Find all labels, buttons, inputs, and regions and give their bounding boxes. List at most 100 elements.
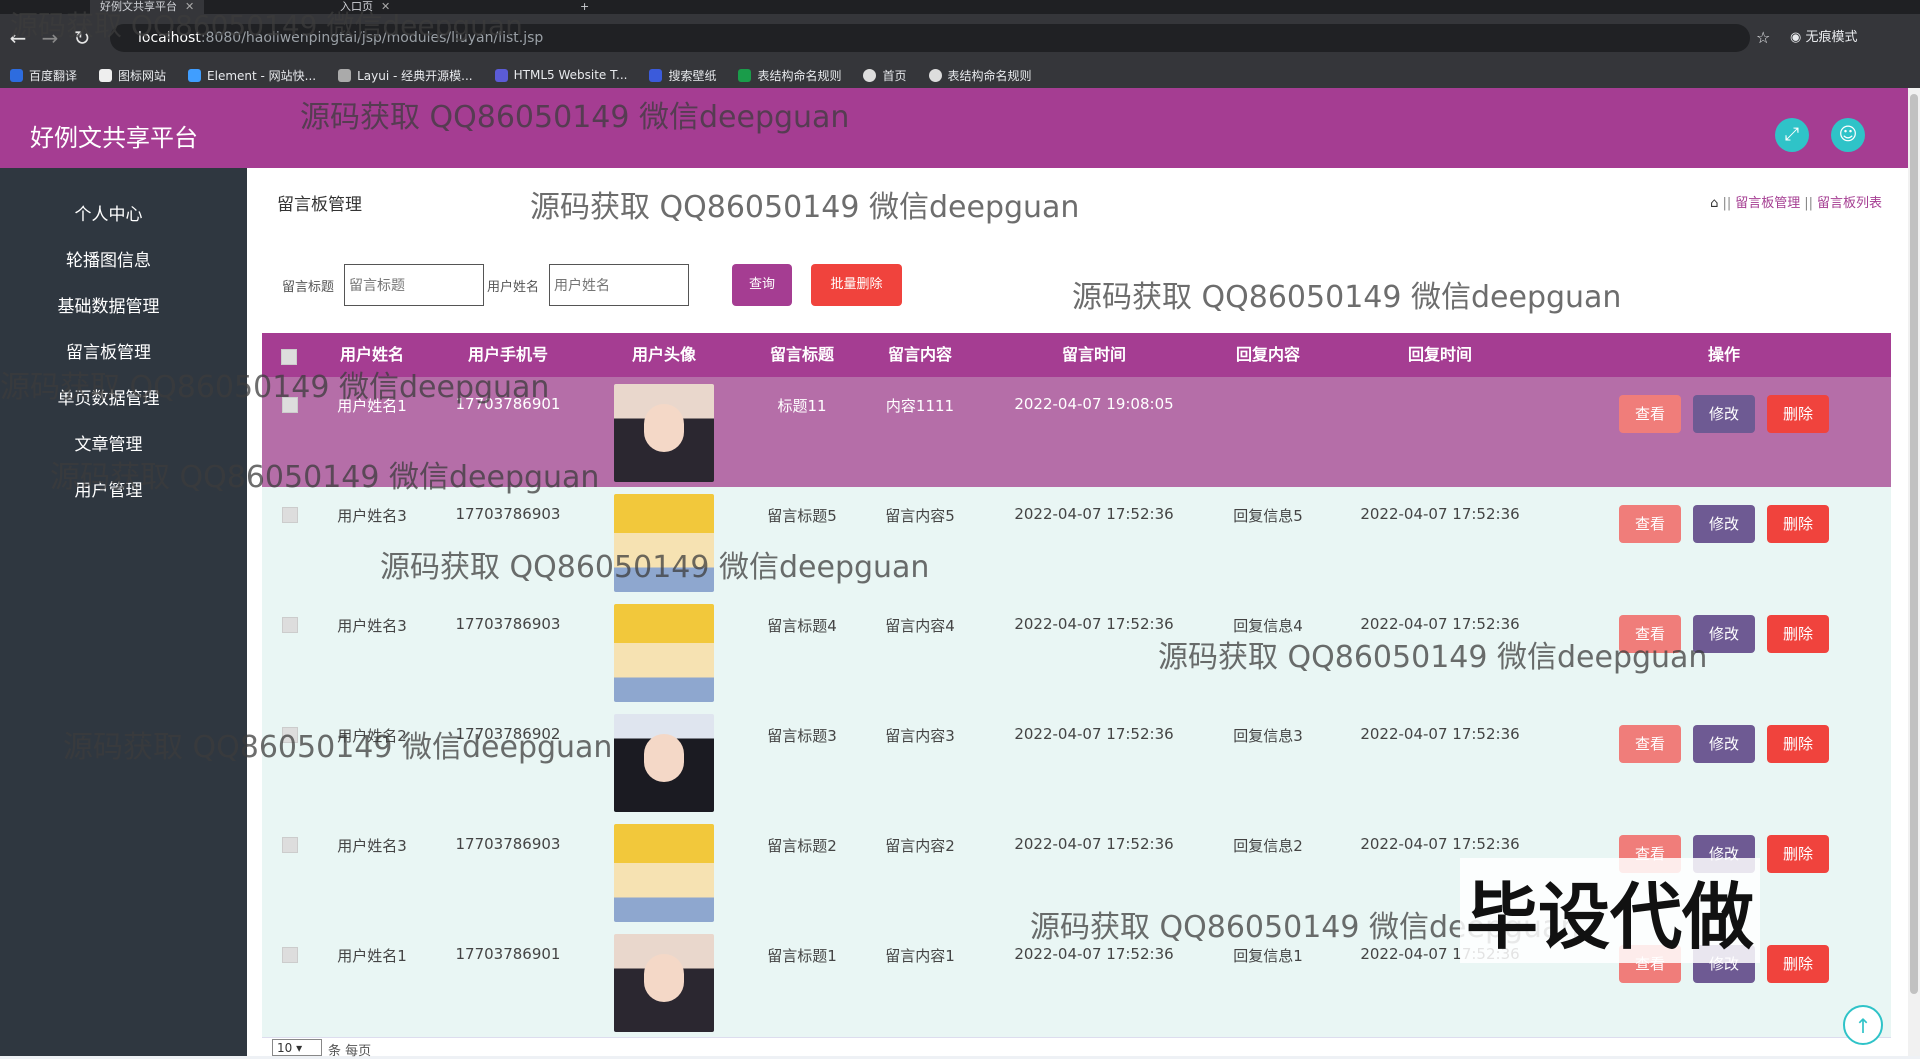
close-icon[interactable]: ✕	[381, 0, 390, 14]
bookmark-item[interactable]: Element - 网站快...	[188, 67, 316, 84]
column-header: 用户头像	[631, 345, 696, 364]
reload-icon[interactable]: ↻	[68, 24, 96, 52]
scrollbar-thumb[interactable]	[1910, 94, 1918, 994]
bookmark-item[interactable]: HTML5 Website T...	[494, 68, 627, 82]
cell-content: 留言内容4	[885, 617, 955, 635]
user-avatar	[614, 934, 714, 1032]
cell-reply-time: 2022-04-07 17:52:36	[1360, 505, 1520, 523]
translate-icon	[10, 68, 23, 82]
breadcrumb-item[interactable]: 留言板管理	[1735, 196, 1800, 211]
edit-button[interactable]: 修改	[1693, 395, 1755, 433]
close-icon[interactable]: ✕	[185, 0, 194, 14]
browser-tab-active[interactable]: 好例文共享平台 ✕	[90, 0, 205, 14]
cell-name: 用户姓名1	[337, 947, 407, 965]
html5-icon	[494, 68, 508, 82]
column-header: 用户手机号	[467, 345, 548, 364]
view-button[interactable]: 查看	[1619, 395, 1681, 433]
back-to-top-icon[interactable]: ↑	[1843, 1005, 1883, 1045]
row-checkbox[interactable]	[282, 617, 298, 633]
url-host: localhost	[138, 30, 201, 46]
back-icon[interactable]: ←	[4, 24, 32, 52]
tab-label: 好例文共享平台	[100, 0, 177, 13]
user-avatar	[614, 494, 714, 592]
promo-banner: 毕设代做	[1460, 858, 1761, 963]
title-filter-label: 留言标题	[282, 280, 335, 295]
select-all-checkbox[interactable]	[281, 349, 297, 365]
cell-reply-time: 2022-04-07 17:52:36	[1360, 615, 1520, 633]
column-header: 留言时间	[1061, 345, 1126, 364]
sidebar-item-articles[interactable]: 文章管理	[0, 430, 217, 455]
flag-icon	[99, 68, 113, 82]
query-button[interactable]: 查询	[732, 264, 792, 306]
home-icon[interactable]: ⌂	[1710, 196, 1718, 211]
forward-icon[interactable]: →	[36, 24, 64, 52]
bookmark-item[interactable]: 图标网站	[99, 67, 166, 84]
tab-label: 入口页	[340, 0, 373, 13]
sidebar-item-basic-data[interactable]: 基础数据管理	[0, 292, 217, 317]
view-button[interactable]: 查看	[1619, 615, 1681, 653]
row-checkbox[interactable]	[282, 727, 298, 743]
row-checkbox[interactable]	[282, 397, 298, 413]
edit-button[interactable]: 修改	[1693, 615, 1755, 653]
browser-tab[interactable]: 入口页 ✕	[330, 0, 400, 14]
sidebar-item-carousel[interactable]: 轮播图信息	[0, 246, 217, 271]
batch-delete-button[interactable]: 批量删除	[811, 264, 902, 306]
edit-button[interactable]: 修改	[1693, 505, 1755, 543]
cell-content: 留言内容1	[885, 947, 955, 965]
cell-phone: 17703786903	[455, 505, 561, 523]
row-checkbox[interactable]	[282, 837, 298, 853]
incognito-label: 无痕模式	[1805, 30, 1858, 45]
page-scrollbar[interactable]	[1908, 88, 1920, 1056]
edit-button[interactable]: 修改	[1693, 725, 1755, 763]
view-button[interactable]: 查看	[1619, 505, 1681, 543]
sidebar-item-users[interactable]: 用户管理	[0, 476, 217, 501]
row-checkbox[interactable]	[282, 507, 298, 523]
url-path: :8080/haoliwenpingtai/jsp/modules/liuyan…	[200, 30, 544, 46]
star-icon[interactable]: ☆	[1756, 24, 1770, 52]
cell-title: 留言标题5	[767, 507, 837, 525]
cell-reply-time: 2022-04-07 17:52:36	[1360, 725, 1520, 743]
cell-title: 留言标题1	[767, 947, 837, 965]
delete-button[interactable]: 删除	[1767, 505, 1829, 543]
globe-icon	[928, 68, 942, 82]
column-header: 留言标题	[769, 345, 834, 364]
cell-reply-time: 2022-04-07 17:52:36	[1360, 835, 1520, 853]
sidebar-item-personal-center[interactable]: 个人中心	[0, 200, 217, 225]
new-tab-button[interactable]: +	[570, 0, 599, 14]
bookmark-item[interactable]: Layui - 经典开源模...	[338, 67, 473, 84]
table-row[interactable]: 用户姓名3 17703786903 留言标题5 留言内容5 2022-04-07…	[262, 487, 1891, 598]
app-title: 好例文共享平台	[30, 124, 198, 152]
cell-time: 2022-04-07 17:52:36	[1014, 725, 1174, 743]
delete-button[interactable]: 删除	[1767, 395, 1829, 433]
table-row[interactable]: 用户姓名1 17703786901 标题11 内容1111 2022-04-07…	[262, 377, 1891, 488]
delete-button[interactable]: 删除	[1767, 615, 1829, 653]
bookmark-item[interactable]: 表结构命名规则	[928, 67, 1032, 84]
row-checkbox[interactable]	[282, 947, 298, 963]
cell-time: 2022-04-07 17:52:36	[1014, 835, 1174, 853]
table-row[interactable]: 用户姓名2 17703786902 留言标题3 留言内容3 2022-04-07…	[262, 707, 1891, 818]
delete-button[interactable]: 删除	[1767, 835, 1829, 873]
user-avatar	[614, 824, 714, 922]
cell-title: 留言标题2	[767, 837, 837, 855]
incognito-indicator[interactable]: ◉ 无痕模式	[1790, 24, 1858, 52]
bookmark-item[interactable]: 首页	[863, 67, 907, 84]
delete-button[interactable]: 删除	[1767, 945, 1829, 983]
url-input[interactable]: localhost:8080/haoliwenpingtai/jsp/modul…	[110, 24, 1750, 52]
bookmark-item[interactable]: 百度翻译	[10, 67, 77, 84]
title-filter-input[interactable]	[344, 264, 484, 306]
bookmark-item[interactable]: 表结构命名规则	[738, 67, 841, 84]
cell-reply: 回复信息4	[1233, 617, 1303, 635]
wallpaper-icon	[649, 68, 663, 82]
sidebar-item-message-board[interactable]: 留言板管理	[0, 338, 217, 363]
delete-button[interactable]: 删除	[1767, 725, 1829, 763]
bookmark-item[interactable]: 搜索壁纸	[649, 67, 716, 84]
name-filter-input[interactable]	[549, 264, 689, 306]
user-icon[interactable]: ☺	[1831, 118, 1865, 152]
fullscreen-icon[interactable]: ⤢	[1775, 118, 1809, 152]
breadcrumb-item[interactable]: 留言板列表	[1817, 196, 1882, 211]
view-button[interactable]: 查看	[1619, 725, 1681, 763]
sidebar-item-single-page[interactable]: 单页数据管理	[0, 384, 217, 409]
table-row[interactable]: 用户姓名3 17703786903 留言标题4 留言内容4 2022-04-07…	[262, 597, 1891, 708]
cell-phone: 17703786901	[455, 395, 561, 413]
page-size-select[interactable]: 10 ▾	[272, 1039, 322, 1056]
